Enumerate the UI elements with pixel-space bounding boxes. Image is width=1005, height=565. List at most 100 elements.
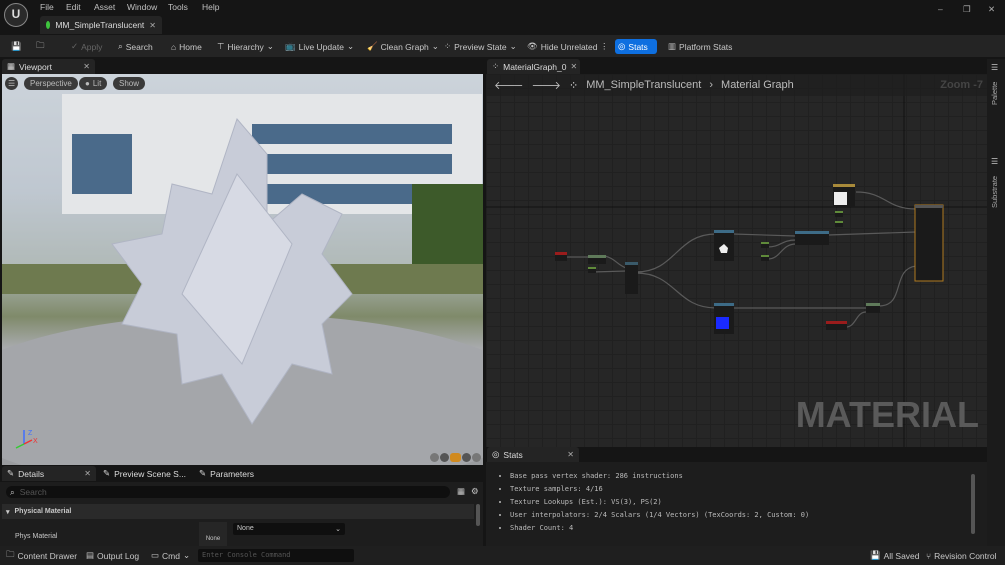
breadcrumb-separator-icon: ›	[709, 79, 714, 91]
section-title: Physical Material	[14, 508, 72, 515]
cube-icon[interactable]	[462, 453, 471, 462]
details-search-input[interactable]: ⌕ Search	[6, 486, 450, 498]
tab-parameters[interactable]: ✎ Parameters	[194, 466, 259, 481]
breadcrumb-asset[interactable]: MM_SimpleTranslucent	[586, 79, 701, 91]
hide-unrelated-button[interactable]: 👁 Hide Unrelated	[524, 39, 601, 54]
search-placeholder: Search	[19, 487, 47, 497]
menu-edit[interactable]: Edit	[66, 2, 81, 12]
right-sidebar: ☰ Palette ☰ Substrate	[987, 59, 1005, 547]
details-panel: ⌕ Search ▦ ⚙ ▾ Physical Material Phys Mate…	[0, 482, 483, 546]
details-tab-label: Details	[18, 468, 45, 479]
live-update-label: Live Update	[298, 41, 344, 52]
close-tab-icon[interactable]: ✕	[84, 469, 91, 478]
restore-button[interactable]: ❐	[963, 4, 971, 15]
show-button[interactable]: Show	[113, 77, 146, 90]
search-icon: ⌕	[10, 486, 15, 497]
save-button[interactable]: 💾	[8, 39, 25, 54]
more-options-button[interactable]: ⋮	[597, 39, 612, 54]
preview-state-icon: ⁘	[444, 41, 452, 51]
menu-tools[interactable]: Tools	[168, 2, 188, 12]
close-tab-icon[interactable]: ✕	[567, 450, 574, 459]
phys-material-dropdown[interactable]: None ⌄	[233, 523, 345, 535]
platform-stats-button[interactable]: ▥ Platform Stats	[665, 39, 735, 54]
document-tab[interactable]: MM_SimpleTranslucent ✕	[40, 16, 162, 34]
search-label: Search	[125, 41, 153, 52]
live-update-button[interactable]: 📺 Live Update ⌄	[282, 39, 357, 54]
close-tab-icon[interactable]: ✕	[570, 62, 577, 71]
lit-button[interactable]: ● Lit	[79, 77, 108, 90]
close-window-button[interactable]: ✕	[988, 4, 995, 15]
back-arrow-icon[interactable]: 🡐	[494, 78, 524, 92]
clean-graph-button[interactable]: 🧹 Clean Graph ⌄	[364, 39, 442, 54]
search-icon: ⌕	[118, 41, 123, 51]
preview-state-button[interactable]: ⁘ Preview State ⌄	[441, 39, 520, 54]
tab-details[interactable]: ✎ Details ✕	[2, 466, 96, 481]
graph-wires	[567, 191, 917, 328]
stats-line: Texture Lookups (Est.): VS(3), PS(2)	[510, 498, 987, 511]
chevron-down-icon: ⌄	[509, 41, 517, 51]
asset-thumbnail[interactable]: None	[199, 522, 227, 546]
content-drawer-button[interactable]: 🗀 Content Drawer	[6, 549, 77, 562]
home-button[interactable]: ⌂ Home	[168, 39, 205, 54]
grid-view-icon[interactable]: ▦	[457, 486, 465, 497]
hide-unrelated-label: Hide Unrelated	[540, 41, 598, 52]
stats-icon: ◎	[492, 449, 500, 459]
sphere-icon[interactable]	[440, 453, 449, 462]
viewport[interactable]: ☰ Perspective ● Lit Show Z X	[2, 74, 483, 465]
output-log-button[interactable]: ▤ Output Log	[86, 549, 139, 562]
tab-stats[interactable]: ◎ Stats ✕	[487, 447, 579, 462]
menu-file[interactable]: File	[40, 2, 54, 12]
tab-viewport[interactable]: ▦ Viewport ✕	[2, 59, 95, 74]
stats-button[interactable]: ◎ Stats	[615, 39, 657, 54]
menu-window[interactable]: Window	[127, 2, 157, 12]
axis-z-label: Z	[28, 430, 33, 437]
details-scrollbar[interactable]	[476, 504, 480, 526]
tab-preview-scene[interactable]: ✎ Preview Scene S...	[98, 466, 191, 481]
stats-scrollbar[interactable]	[971, 474, 975, 534]
phys-material-label: Phys Material	[15, 533, 58, 540]
all-saved-button[interactable]: 💾 All Saved	[870, 549, 920, 562]
palette-tab[interactable]: Palette	[990, 82, 999, 105]
stats-line: Texture samplers: 4/16	[510, 485, 987, 498]
terminal-icon: ▭	[151, 550, 160, 560]
substrate-tab[interactable]: Substrate	[990, 176, 999, 208]
physical-material-section[interactable]: ▾ Physical Material	[2, 504, 474, 519]
breadcrumb-graph[interactable]: Material Graph	[721, 79, 794, 91]
graph-icon: ⁘	[492, 61, 500, 71]
viewport-icon: ▦	[7, 61, 16, 71]
browse-button[interactable]: 🗀	[33, 39, 48, 54]
menu-help[interactable]: Help	[202, 2, 219, 12]
revision-control-button[interactable]: ⑂ Revision Control	[926, 549, 996, 562]
live-update-icon: 📺	[285, 41, 296, 51]
plane-icon[interactable]	[450, 453, 461, 462]
graph-tab-label: MaterialGraph_0	[503, 61, 567, 72]
gear-icon[interactable]: ⚙	[471, 486, 479, 497]
menu-asset[interactable]: Asset	[94, 2, 115, 12]
dropdown-value: None	[237, 525, 254, 532]
apply-label: Apply	[81, 41, 103, 52]
cmd-button[interactable]: ▭ Cmd ⌄	[151, 549, 190, 562]
lit-icon: ●	[85, 79, 90, 88]
chevron-down-icon: ⌄	[182, 550, 191, 560]
substrate-icon: ☰	[991, 157, 999, 166]
material-graph[interactable]: 🡐 🡒 ⁘ MM_SimpleTranslucent › Material Gr…	[486, 74, 987, 447]
cylinder-icon[interactable]	[430, 453, 439, 462]
hierarchy-button[interactable]: ⊤ Hierarchy ⌄	[214, 39, 277, 54]
minimize-button[interactable]: –	[938, 4, 943, 14]
stats-label: Stats	[628, 41, 648, 52]
mesh-icon[interactable]	[472, 453, 481, 462]
thumbnail-label: None	[205, 536, 221, 542]
close-tab-icon[interactable]: ✕	[83, 62, 90, 71]
perspective-button[interactable]: Perspective	[24, 77, 78, 90]
console-input[interactable]: Enter Console Command	[198, 549, 354, 562]
home-label: Home	[179, 41, 202, 52]
viewport-tab-label: Viewport	[19, 61, 52, 72]
search-button[interactable]: ⌕ Search	[115, 39, 156, 54]
close-tab-icon[interactable]: ✕	[149, 21, 156, 30]
tab-material-graph[interactable]: ⁘ MaterialGraph_0 ✕	[487, 59, 580, 74]
apply-button[interactable]: ✓ Apply	[68, 39, 105, 54]
browse-icon: 🗀	[36, 39, 45, 50]
parameters-tab-label: Parameters	[210, 468, 255, 479]
forward-arrow-icon[interactable]: 🡒	[532, 78, 562, 92]
show-label: Show	[119, 79, 140, 88]
